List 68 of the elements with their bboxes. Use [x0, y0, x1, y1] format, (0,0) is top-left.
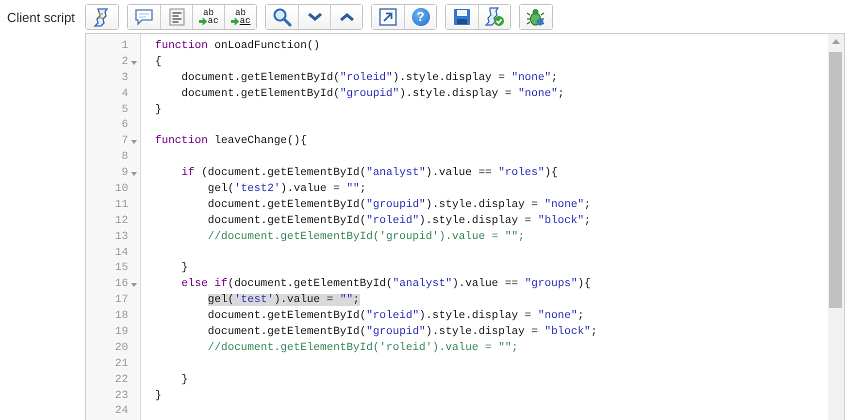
line-number: 18: [114, 309, 128, 324]
line-number: 21: [114, 356, 128, 372]
text-lines-icon: [168, 8, 184, 26]
line-number: 24: [114, 404, 128, 420]
chevron-down-icon: [306, 12, 322, 22]
previous-button[interactable]: [330, 5, 362, 29]
code-line: document.getElementById("roleid").style.display = "block";: [206, 214, 592, 229]
scrollbar-thumb[interactable]: [829, 52, 842, 308]
line-number: 23: [114, 388, 128, 404]
fold-icon[interactable]: [131, 140, 138, 144]
line-number: 3: [120, 70, 128, 86]
fold-icon[interactable]: [131, 60, 138, 65]
line-number: 7: [120, 134, 128, 150]
validate-button[interactable]: [478, 5, 510, 29]
fold-icon[interactable]: [131, 283, 138, 288]
search-button[interactable]: [266, 5, 298, 29]
line-number: 22: [114, 372, 128, 388]
replace-all-button[interactable]: ab ac: [224, 5, 256, 29]
code-line: {: [155, 54, 163, 70]
save-icon: [453, 8, 471, 26]
script-icon: [93, 7, 111, 27]
format-button[interactable]: [160, 5, 192, 29]
line-number: 13: [114, 230, 128, 245]
code-line: document.getElementById("groupid").style.display = "none";: [206, 198, 592, 213]
fold-icon[interactable]: [131, 172, 138, 176]
code-line: if (document.getElementById("analyst").value == "roles"){: [180, 166, 559, 182]
line-number: 1: [120, 39, 128, 54]
bug-icon: [526, 7, 546, 27]
line-number: 11: [114, 198, 128, 213]
line-number: 20: [114, 340, 128, 356]
line-number: 12: [114, 214, 128, 229]
code-line: }: [155, 388, 163, 404]
next-button[interactable]: [298, 5, 330, 29]
script-check-icon: [484, 7, 504, 27]
code-line: function onLoadFunction(): [155, 39, 322, 54]
line-number: 9: [120, 166, 128, 182]
search-icon: [272, 7, 292, 27]
code-line: document.getElementById("groupid").style.display = "none";: [180, 86, 566, 102]
line-number: 8: [120, 150, 128, 166]
chevron-up-icon: [338, 12, 354, 22]
code-line: gel('test2').value = "";: [206, 182, 368, 198]
line-number: 6: [120, 118, 128, 134]
code-line: }: [155, 102, 163, 118]
line-number: 19: [114, 325, 128, 340]
code-line: }: [180, 372, 189, 388]
code-line: }: [180, 261, 189, 276]
line-number: 16: [114, 277, 128, 292]
line-number: 17: [114, 293, 128, 308]
fullscreen-button[interactable]: [372, 5, 404, 29]
line-number: 14: [114, 246, 128, 261]
code-comment: //document.getElementById('groupid').value = "";: [206, 230, 526, 245]
comment-button[interactable]: [128, 5, 160, 29]
line-number: 10: [114, 182, 128, 198]
code-line: document.getElementById("roleid").style.display = "none";: [206, 309, 586, 324]
speech-bubble-icon: [134, 8, 154, 26]
code-line: document.getElementById("groupid").style.display = "block";: [206, 325, 598, 340]
line-number: 4: [120, 86, 128, 102]
code-line: function leaveChange(){: [155, 134, 308, 150]
help-icon: ?: [412, 8, 430, 26]
code-comment: //document.getElementById('roleid').value = "";: [206, 340, 520, 356]
save-button[interactable]: [446, 5, 478, 29]
line-number: 2: [120, 54, 128, 70]
code-line: document.getElementById("roleid").style.display = "none";: [180, 70, 559, 86]
field-label: Client script: [6, 9, 76, 27]
line-number: 5: [120, 102, 128, 118]
replace-button[interactable]: ab ac: [192, 5, 224, 29]
line-number: 15: [114, 261, 128, 276]
code-line: else if(document.getElementById("analyst").value == "groups"){: [180, 277, 592, 292]
